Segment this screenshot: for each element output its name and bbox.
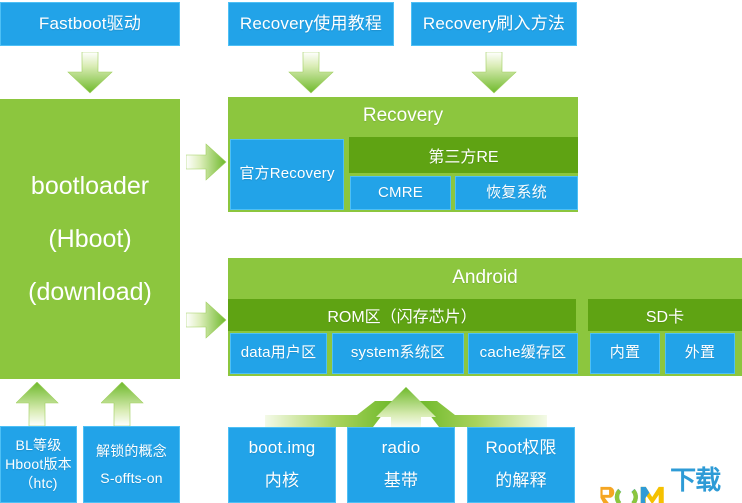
box-sd-external-label: 外置 bbox=[684, 344, 716, 362]
diagram-canvas: Fastboot驱动 Recovery使用教程 Recovery刷入方法 boo… bbox=[0, 0, 742, 503]
sd-area-header: SD卡 bbox=[588, 299, 742, 331]
rom-area-label: ROM区（闪存芯片） bbox=[327, 309, 477, 326]
box-bootimg-kernel-line-2: 内核 bbox=[264, 471, 300, 490]
arrow-up-unlock-concept bbox=[101, 382, 144, 427]
box-partition-data-label: data用户区 bbox=[240, 344, 317, 362]
box-partition-cache[interactable]: cache缓存区 bbox=[468, 333, 578, 374]
box-sd-internal[interactable]: 内置 bbox=[590, 333, 660, 374]
bootloader-line-2: (Hboot) bbox=[48, 224, 132, 253]
box-bootimg-kernel-line-1: boot.img bbox=[248, 438, 316, 458]
box-bootloader[interactable]: bootloader (Hboot) (download) bbox=[0, 99, 180, 379]
box-unlock-concept-line-1: 解锁的概念 bbox=[96, 442, 167, 459]
recovery-header: Recovery bbox=[228, 97, 578, 135]
box-cmre[interactable]: CMRE bbox=[350, 176, 451, 210]
box-root-explanation-line-2: 的解释 bbox=[495, 471, 547, 490]
box-official-recovery[interactable]: 官方Recovery bbox=[230, 139, 344, 210]
box-recovery-flash-method-label: Recovery刷入方法 bbox=[422, 13, 566, 33]
sd-area-label: SD卡 bbox=[645, 309, 685, 326]
logo-chinese-text: 下载之家 bbox=[670, 465, 721, 503]
third-party-re-header: 第三方RE bbox=[349, 137, 578, 173]
box-bl-level-line-2: Hboot版本 bbox=[5, 456, 72, 473]
box-unlock-concept-line-2: S-offts-on bbox=[100, 469, 163, 486]
box-partition-cache-label: cache缓存区 bbox=[479, 344, 567, 362]
bootloader-line-3: (download) bbox=[28, 277, 152, 306]
android-header-label: Android bbox=[452, 266, 518, 288]
box-fastboot-driver-label: Fastboot驱动 bbox=[38, 13, 142, 33]
box-sd-internal-label: 内置 bbox=[609, 344, 641, 362]
box-recovery-system[interactable]: 恢复系统 bbox=[455, 176, 578, 210]
box-radio-baseband-line-1: radio bbox=[381, 438, 421, 458]
arrow-down-recovery-tutorial bbox=[288, 52, 334, 94]
box-fastboot-driver[interactable]: Fastboot驱动 bbox=[0, 2, 180, 46]
box-bl-level-line-1: BL等级 bbox=[15, 437, 62, 454]
arrow-merge-up-to-android bbox=[265, 387, 547, 430]
box-radio-baseband[interactable]: radio 基带 bbox=[347, 427, 455, 503]
recovery-header-label: Recovery bbox=[362, 105, 444, 126]
box-bootimg-kernel[interactable]: boot.img 内核 bbox=[228, 427, 336, 503]
logo-rom-mark bbox=[600, 485, 664, 503]
box-official-recovery-label: 官方Recovery bbox=[239, 165, 335, 183]
box-root-explanation[interactable]: Root权限 的解释 bbox=[467, 427, 575, 503]
box-unlock-concept[interactable]: 解锁的概念 S-offts-on bbox=[83, 426, 180, 503]
box-bl-level-line-3: （htc) bbox=[19, 474, 58, 491]
box-partition-system-label: system系统区 bbox=[350, 344, 446, 362]
arrow-down-fastboot bbox=[67, 52, 113, 94]
rom-download-home-logo: 下载之家 bbox=[599, 460, 742, 503]
box-sd-external[interactable]: 外置 bbox=[665, 333, 735, 374]
box-root-explanation-line-1: Root权限 bbox=[485, 438, 557, 458]
box-partition-system[interactable]: system系统区 bbox=[332, 333, 464, 374]
bootloader-line-1: bootloader bbox=[30, 171, 150, 200]
box-recovery-tutorial-label: Recovery使用教程 bbox=[239, 13, 383, 33]
box-recovery-flash-method[interactable]: Recovery刷入方法 bbox=[411, 2, 577, 46]
box-bl-level[interactable]: BL等级 Hboot版本 （htc) bbox=[0, 426, 77, 503]
box-partition-data[interactable]: data用户区 bbox=[230, 333, 327, 374]
arrow-up-bl-level bbox=[16, 382, 59, 427]
rom-area-header: ROM区（闪存芯片） bbox=[228, 299, 576, 331]
third-party-re-label: 第三方RE bbox=[428, 149, 499, 166]
box-radio-baseband-line-2: 基带 bbox=[383, 471, 419, 490]
box-recovery-tutorial[interactable]: Recovery使用教程 bbox=[228, 2, 394, 46]
box-cmre-label: CMRE bbox=[378, 183, 423, 201]
android-header: Android bbox=[228, 258, 742, 297]
arrow-right-to-android bbox=[186, 301, 227, 339]
arrow-down-recovery-flash bbox=[471, 52, 517, 94]
arrow-right-to-recovery bbox=[186, 143, 227, 181]
box-recovery-system-label: 恢复系统 bbox=[486, 183, 547, 201]
